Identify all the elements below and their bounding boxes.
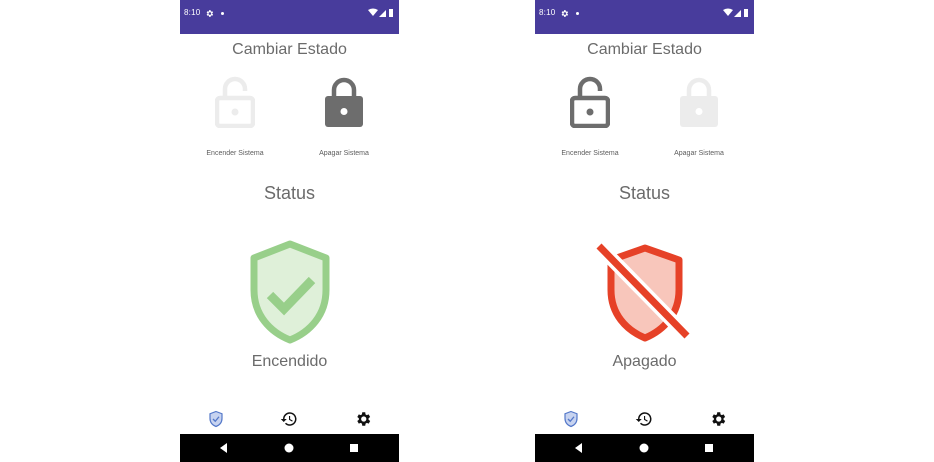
signal-battery-icon — [368, 8, 393, 17]
status-bar: 8:10 — [535, 0, 754, 34]
nav-settings-icon[interactable] — [709, 410, 727, 428]
shield-off-icon — [593, 241, 695, 343]
bottom-navigation — [180, 404, 399, 434]
bottom-navigation — [535, 404, 754, 434]
system-navigation-bar — [180, 434, 399, 462]
home-button-icon[interactable] — [638, 442, 650, 454]
apagar-sistema-label: Apagar Sistema — [319, 150, 369, 157]
nav-history-icon[interactable] — [280, 410, 298, 428]
change-state-title: Cambiar Estado — [232, 41, 347, 58]
settings-small-icon — [206, 10, 214, 17]
system-state-text: Encendido — [251, 353, 328, 370]
status-title: Status — [618, 183, 671, 203]
unlock-icon-encender[interactable] — [570, 76, 610, 128]
shield-check-icon — [250, 240, 330, 344]
notification-dot — [221, 12, 224, 15]
status-title: Status — [263, 183, 316, 203]
signal-battery-icon — [723, 8, 748, 17]
nav-shield-icon[interactable] — [207, 410, 225, 428]
nav-history-icon[interactable] — [635, 410, 653, 428]
status-bar: 8:10 — [180, 0, 399, 34]
phone-screen-on: 8:10 Cambiar Estado Encender Sistema Apa… — [180, 0, 399, 462]
status-time: 8:10 — [184, 8, 201, 17]
notification-dot — [576, 12, 579, 15]
lock-icon-apagar[interactable] — [679, 76, 719, 128]
encender-sistema-label: Encender Sistema — [561, 150, 619, 157]
encender-sistema-label: Encender Sistema — [206, 150, 264, 157]
unlock-icon-encender[interactable] — [215, 76, 255, 128]
recents-button-icon[interactable] — [703, 442, 715, 454]
system-navigation-bar — [535, 434, 754, 462]
home-button-icon[interactable] — [283, 442, 295, 454]
phone-screen-off: 8:10 Cambiar Estado Encender Sistema Apa… — [535, 0, 754, 462]
nav-shield-icon[interactable] — [562, 410, 580, 428]
recents-button-icon[interactable] — [348, 442, 360, 454]
status-time: 8:10 — [539, 8, 556, 17]
apagar-sistema-label: Apagar Sistema — [674, 150, 724, 157]
back-button-icon[interactable] — [218, 442, 230, 454]
change-state-title: Cambiar Estado — [587, 41, 702, 58]
nav-settings-icon[interactable] — [354, 410, 372, 428]
lock-icon-apagar[interactable] — [324, 76, 364, 128]
system-state-text: Apagado — [612, 353, 677, 370]
settings-small-icon — [561, 10, 569, 17]
back-button-icon[interactable] — [573, 442, 585, 454]
